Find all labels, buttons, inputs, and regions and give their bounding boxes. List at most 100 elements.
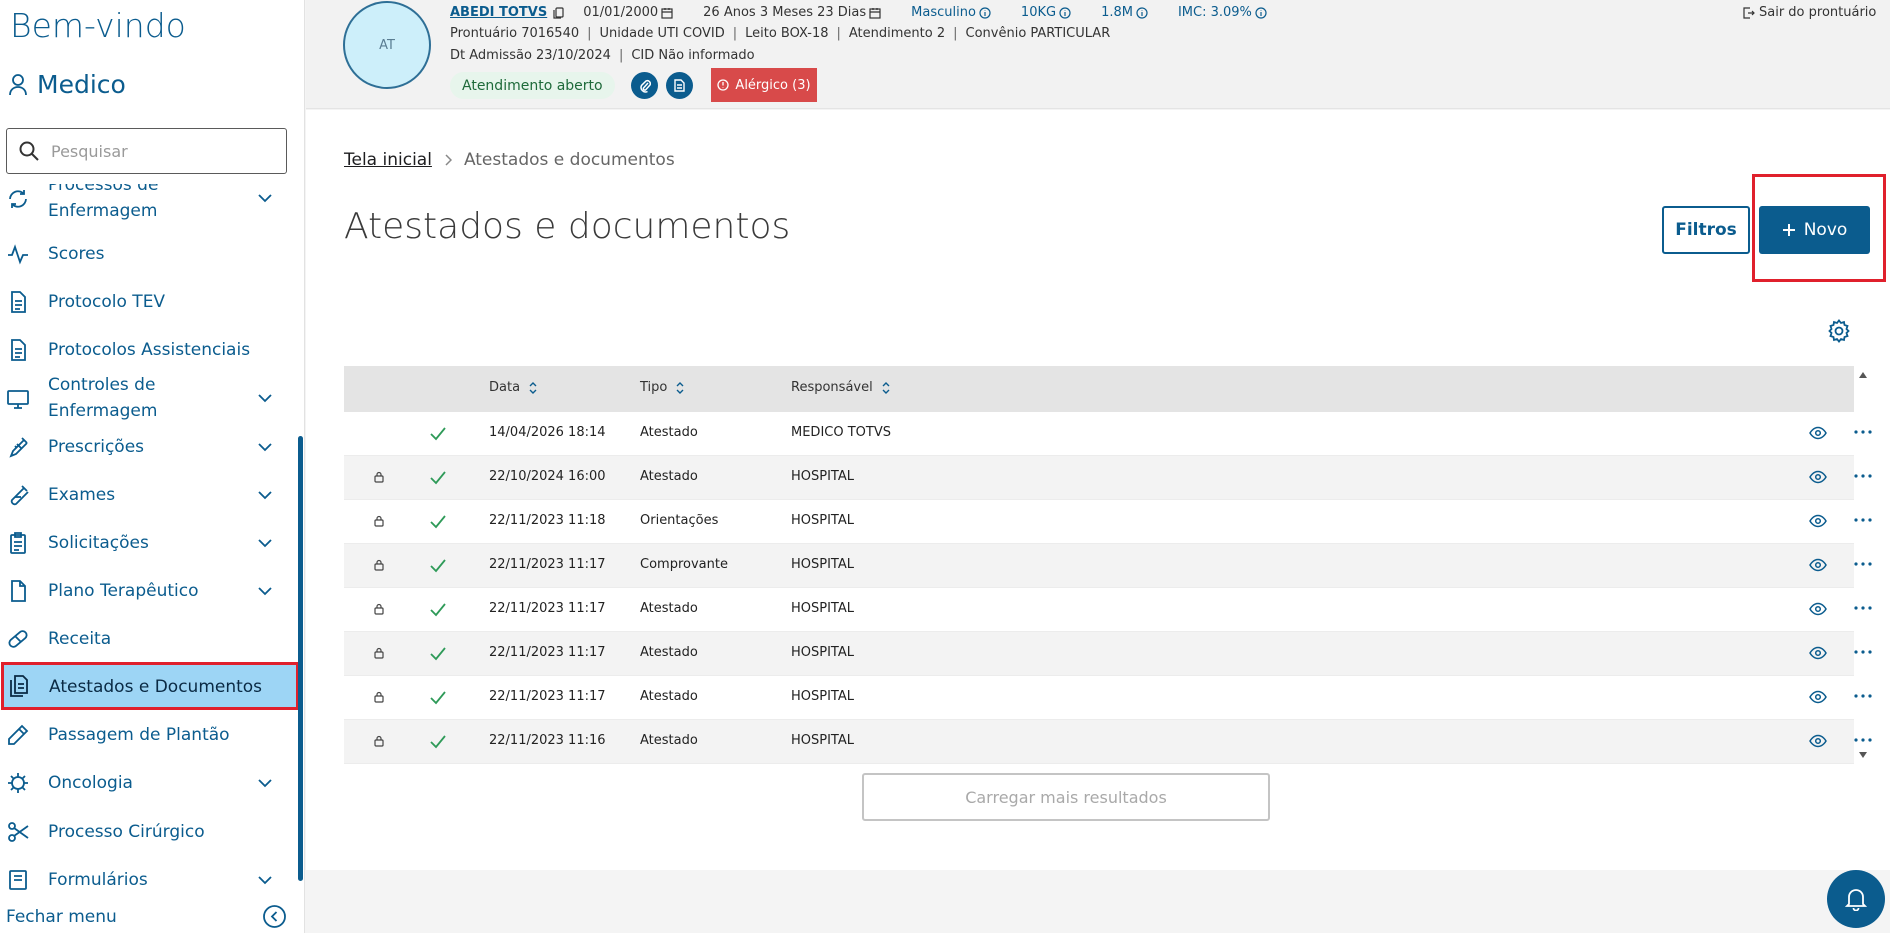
monitor-icon (7, 390, 29, 409)
sidebar-item-processo-cirurgico[interactable]: Processo Cirúrgico (0, 812, 300, 852)
lock-icon (374, 691, 384, 703)
main-content: Tela inicial Atestados e documentos Ates… (306, 110, 1890, 870)
patient-copy[interactable] (553, 6, 565, 19)
sidebar-item-label: Protocolo TEV (48, 292, 166, 312)
sidebar-item-protocolos-assistenciais[interactable]: Protocolos Assistenciais (0, 330, 300, 370)
sidebar-item-oncologia[interactable]: Oncologia (0, 763, 300, 803)
form-icon (9, 870, 27, 890)
breadcrumb-home[interactable]: Tela inicial (344, 150, 432, 170)
document-icon (11, 291, 26, 313)
user-profile[interactable]: Medico (9, 70, 126, 99)
sidebar-item-label: Prescrições (48, 437, 145, 457)
info-icon[interactable] (1059, 6, 1071, 19)
table-row[interactable]: 22/10/2024 16:00 Atestado HOSPITAL (344, 456, 1872, 500)
lock-icon (374, 603, 384, 615)
gear-icon[interactable] (1827, 319, 1851, 343)
info-icon[interactable] (1136, 6, 1148, 19)
sidebar-scrollbar[interactable] (298, 436, 303, 881)
patient-sex: Masculino (911, 5, 991, 20)
sidebar-item-exames[interactable]: Exames (0, 475, 300, 515)
info-icon[interactable] (1255, 6, 1267, 19)
more-options-icon[interactable] (1852, 554, 1874, 574)
more-options-icon[interactable] (1852, 642, 1874, 662)
load-more-button[interactable]: Carregar mais resultados (862, 773, 1270, 821)
sidebar-item-passagem-plantao[interactable]: Passagem de Plantão (0, 715, 300, 755)
patient-admissao: Dt Admissão 23/10/2024 (450, 48, 611, 63)
chevron-right-icon (445, 154, 452, 166)
test-tube-icon (10, 485, 29, 506)
notifications-button[interactable] (1827, 870, 1885, 928)
patient-info-row: ABEDI TOTVS 01/01/2000 26 Anos 3 Meses 2… (450, 5, 1297, 20)
sidebar-item-plano-terapeutico[interactable]: Plano Terapêutico (0, 571, 300, 611)
table-row[interactable]: 22/11/2023 11:17 Atestado HOSPITAL (344, 632, 1872, 676)
patient-name[interactable]: ABEDI TOTVS (450, 5, 547, 20)
document-button[interactable] (666, 72, 693, 99)
check-icon (430, 559, 446, 573)
attachment-button[interactable] (631, 72, 658, 99)
table-row[interactable]: 22/11/2023 11:17 Comprovante HOSPITAL (344, 544, 1872, 588)
column-header-type[interactable]: Tipo (640, 380, 685, 395)
exit-record-link[interactable]: Sair do prontuário (1743, 5, 1876, 20)
eye-icon[interactable] (1809, 646, 1827, 660)
info-icon[interactable] (979, 6, 991, 19)
sidebar-item-processos-enfermagem[interactable]: Processos de Enfermagem (0, 184, 300, 226)
lock-icon (374, 515, 384, 527)
new-document-button[interactable]: Novo (1759, 206, 1870, 254)
patient-birth: 01/01/2000 (583, 5, 673, 20)
check-icon (430, 691, 446, 705)
sidebar-item-protocolo-tev[interactable]: Protocolo TEV (0, 282, 300, 322)
calendar-icon (661, 7, 673, 19)
collapse-menu-icon[interactable] (262, 904, 287, 929)
page-title: Atestados e documentos (344, 206, 791, 247)
table-row[interactable]: 22/11/2023 11:18 Orientações HOSPITAL (344, 500, 1872, 544)
plus-icon (1782, 224, 1795, 236)
eye-icon[interactable] (1809, 470, 1827, 484)
eye-icon[interactable] (1809, 514, 1827, 528)
sidebar-item-receita[interactable]: Receita (0, 619, 300, 659)
patient-header: AT ABEDI TOTVS 01/01/2000 26 Anos 3 Mese… (306, 0, 1890, 109)
sidebar-item-label: Controles de Enfermagem (48, 375, 158, 421)
table-row[interactable]: 22/11/2023 11:17 Atestado HOSPITAL (344, 676, 1872, 720)
eye-icon[interactable] (1809, 690, 1827, 704)
more-options-icon[interactable] (1852, 598, 1874, 618)
separator: | (732, 26, 738, 41)
more-options-icon[interactable] (1852, 422, 1874, 442)
menu-list: Processos de Enfermagem Scores Protocolo … (0, 184, 300, 894)
sidebar-item-formularios[interactable]: Formulários (0, 860, 300, 894)
more-options-icon[interactable] (1852, 510, 1874, 530)
sidebar-item-label: Plano Terapêutico (48, 581, 199, 601)
allergy-button[interactable]: Alérgico (3) (711, 68, 817, 102)
more-options-icon[interactable] (1852, 686, 1874, 706)
check-icon (430, 735, 446, 749)
search-input[interactable] (51, 141, 261, 161)
sidebar-item-prescricoes[interactable]: Prescrições (0, 427, 300, 467)
welcome-title: Bem-vindo (10, 6, 186, 45)
patient-leito: Leito BOX-18 (745, 26, 829, 41)
column-header-responsible[interactable]: Responsável (791, 380, 891, 395)
column-header-date[interactable]: Data (489, 380, 538, 395)
table-row[interactable]: 14/04/2026 18:14 Atestado MEDICO TOTVS (344, 412, 1872, 456)
sidebar-item-scores[interactable]: Scores (0, 234, 300, 274)
eye-icon[interactable] (1809, 426, 1827, 440)
sidebar-item-atestados-documentos[interactable]: Atestados e Documentos (1, 662, 299, 710)
scroll-up-icon[interactable] (1858, 370, 1868, 380)
scroll-down-icon[interactable] (1858, 750, 1868, 760)
sidebar-item-solicitacoes[interactable]: Solicitações (0, 523, 300, 563)
sidebar-item-controles-enfermagem[interactable]: Controles de Enfermagem (0, 370, 300, 426)
filter-button[interactable]: Filtros (1662, 206, 1750, 254)
table-row[interactable]: 22/11/2023 11:16 Atestado HOSPITAL (344, 720, 1872, 764)
more-options-icon[interactable] (1852, 730, 1874, 750)
eye-icon[interactable] (1809, 602, 1827, 616)
eye-icon[interactable] (1809, 558, 1827, 572)
chevron-down-icon (258, 587, 272, 596)
check-icon (430, 471, 446, 485)
exit-icon (1743, 6, 1755, 19)
close-menu-label[interactable]: Fechar menu (6, 907, 117, 927)
more-options-icon[interactable] (1852, 466, 1874, 486)
check-icon (430, 647, 446, 661)
eye-icon[interactable] (1809, 734, 1827, 748)
documents-icon (10, 675, 28, 697)
status-badge: Atendimento aberto (450, 72, 615, 99)
table-row[interactable]: 22/11/2023 11:17 Atestado HOSPITAL (344, 588, 1872, 632)
search-box (6, 128, 287, 174)
